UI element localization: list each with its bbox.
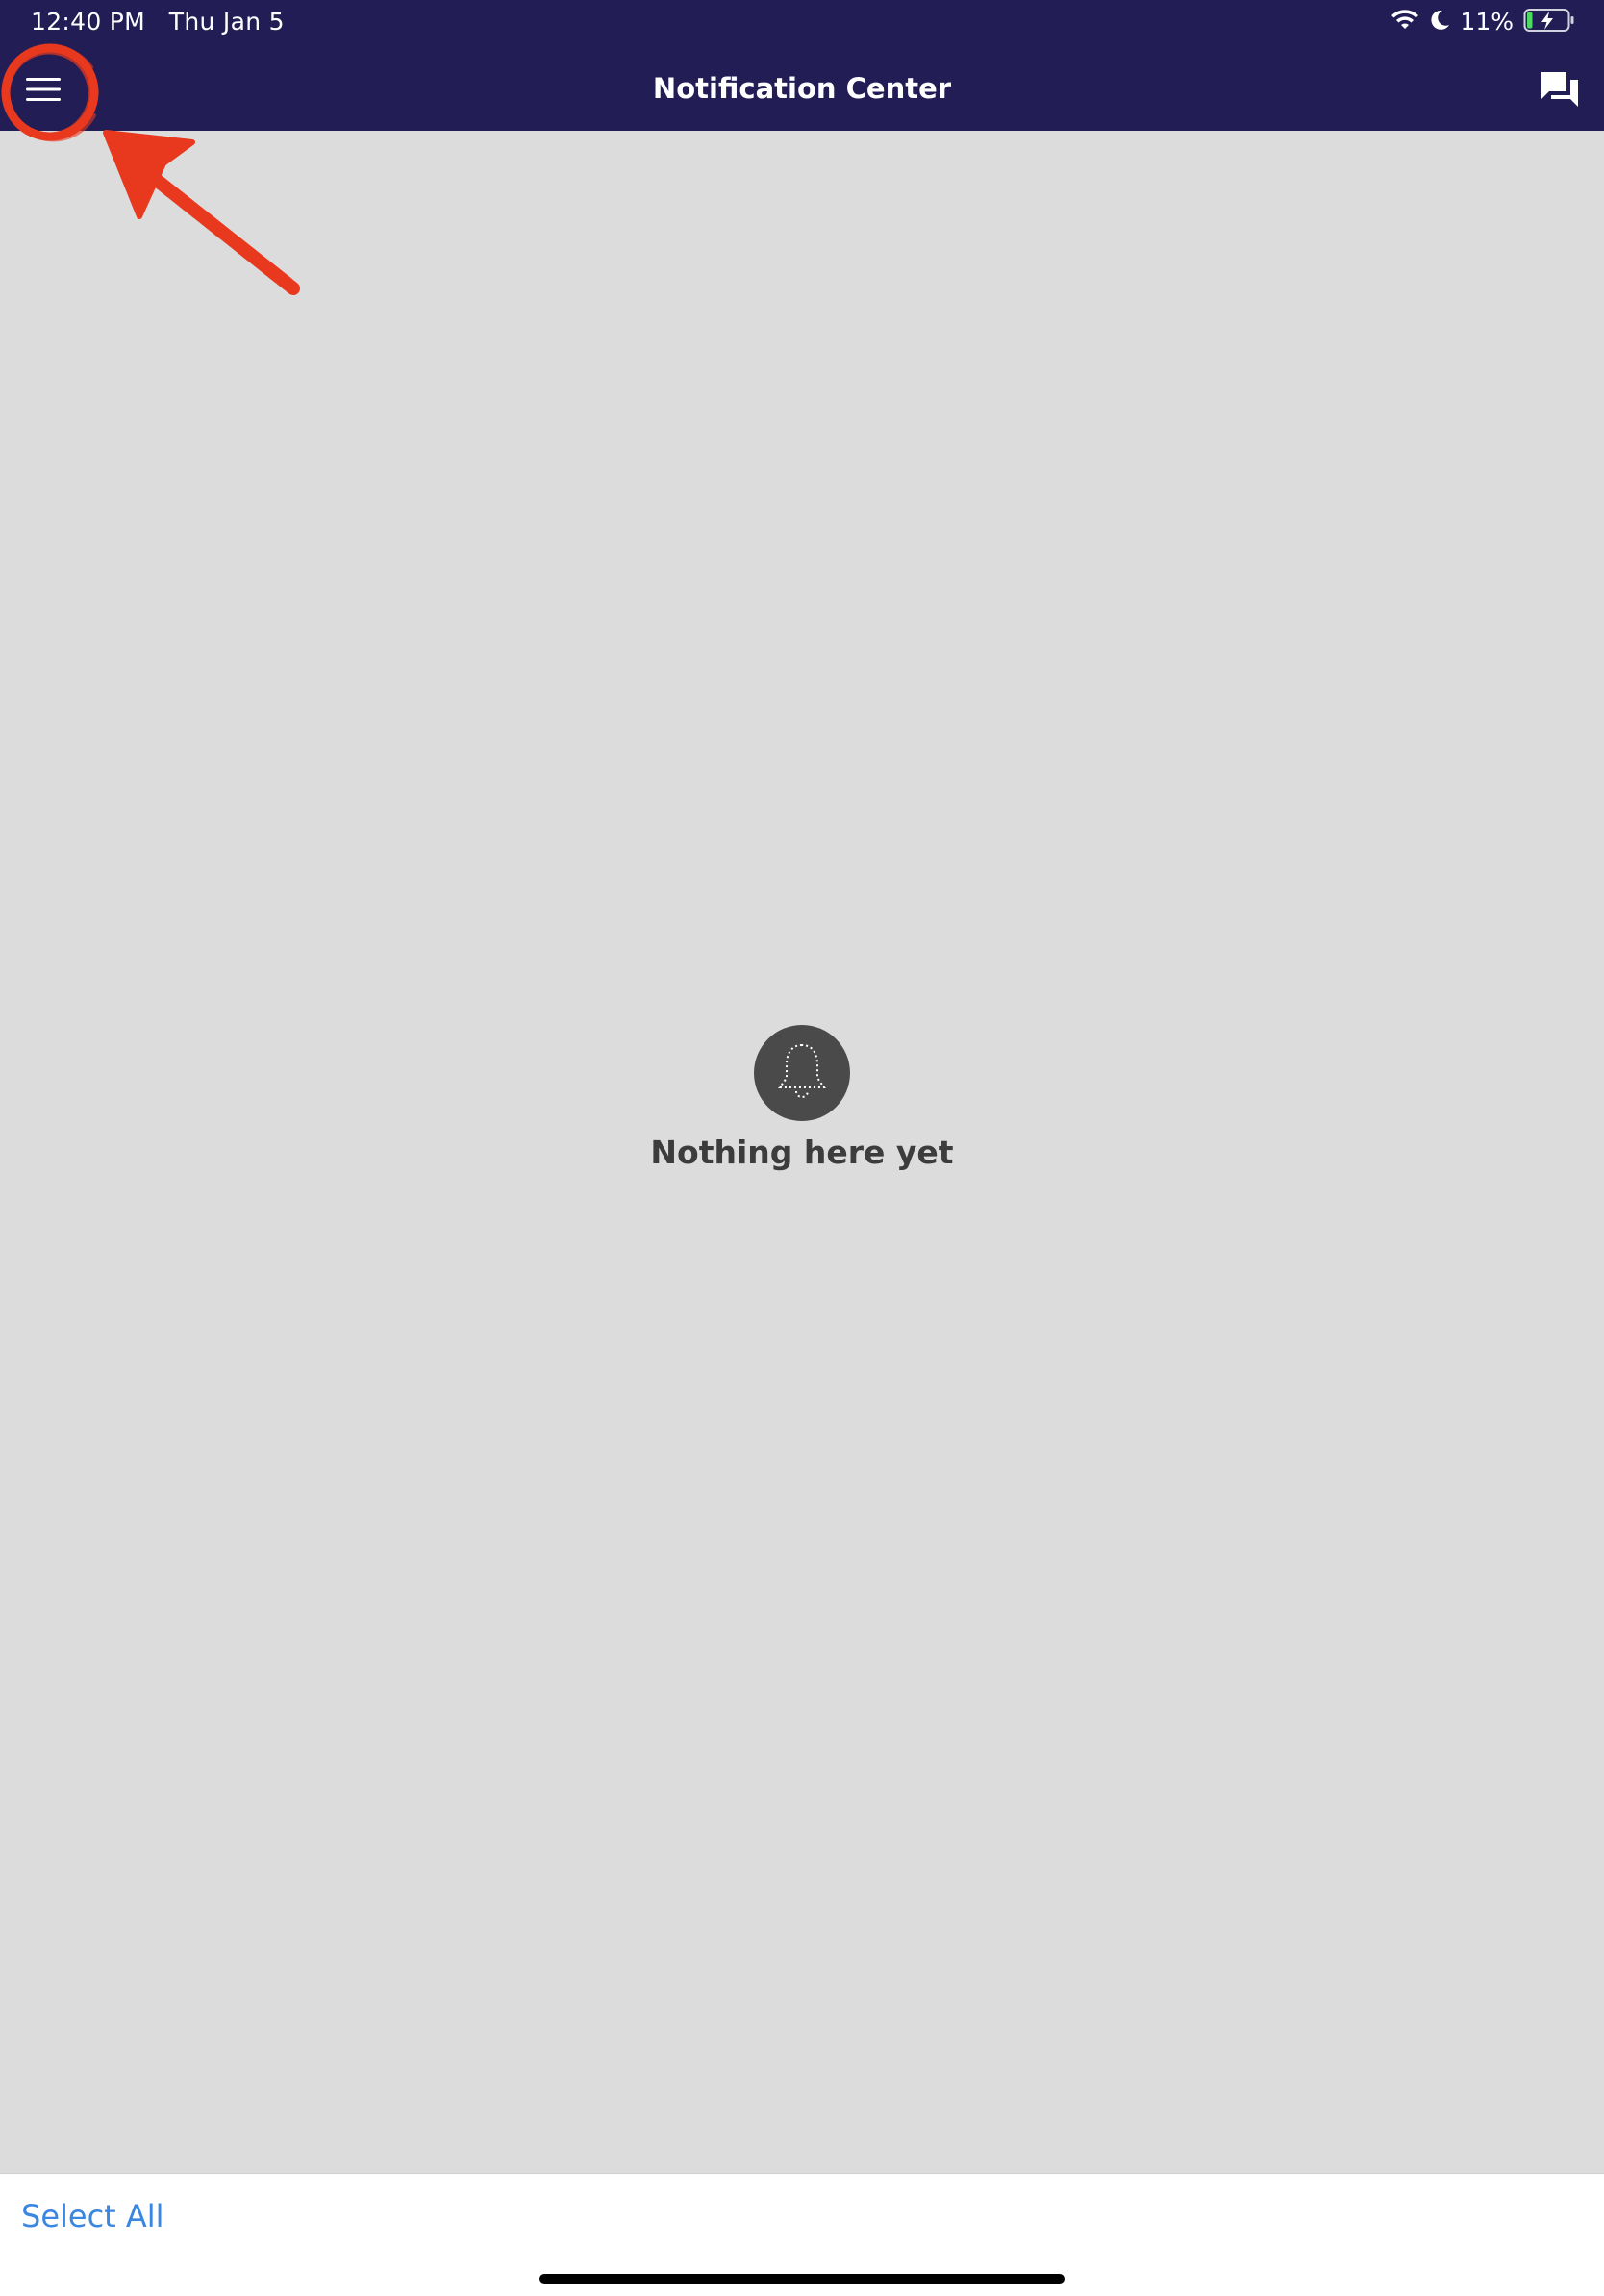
empty-state-icon-circle xyxy=(754,1025,850,1121)
empty-state-message: Nothing here yet xyxy=(650,1134,954,1171)
status-time: 12:40 PM xyxy=(31,8,146,36)
status-icons: 11% xyxy=(1391,6,1575,38)
chat-bubbles-icon xyxy=(1540,70,1580,112)
app-header: 12:40 PM Thu Jan 5 11% Notification Cent… xyxy=(0,0,1604,131)
wifi-icon xyxy=(1391,9,1419,36)
chat-button[interactable] xyxy=(1537,69,1583,113)
page-title: Notification Center xyxy=(652,72,952,105)
moon-icon xyxy=(1429,9,1450,36)
battery-charging-icon xyxy=(1523,8,1575,37)
home-indicator xyxy=(539,2274,1065,2284)
empty-state: Nothing here yet xyxy=(0,1025,1604,1175)
battery-percent: 11% xyxy=(1460,8,1514,36)
status-time-date: 12:40 PM Thu Jan 5 xyxy=(31,6,285,38)
select-all-button[interactable]: Select All xyxy=(21,2195,164,2237)
annotation-arrow xyxy=(103,130,300,295)
bell-icon xyxy=(775,1041,829,1105)
status-date: Thu Jan 5 xyxy=(168,8,285,36)
bottom-toolbar: Select All xyxy=(0,2173,1604,2296)
